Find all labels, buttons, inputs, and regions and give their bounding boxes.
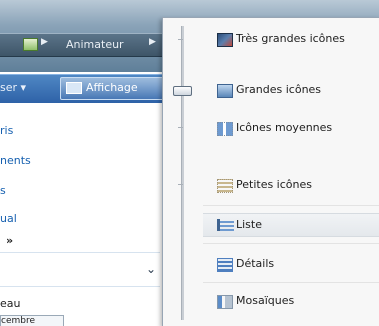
navigation-pane <box>0 103 175 325</box>
menu-item-small-icons[interactable]: Petites icônes <box>203 174 379 196</box>
divider <box>0 252 160 253</box>
organize-button[interactable]: ser ▾ <box>0 81 26 94</box>
large-icons-icon <box>217 84 233 98</box>
menu-item-label: Détails <box>236 257 275 270</box>
menu-item-details[interactable]: Détails <box>203 253 379 275</box>
nav-tab[interactable]: cembre <box>0 315 64 326</box>
list-icon <box>217 219 234 231</box>
extra-large-icons-icon <box>217 33 233 47</box>
folder-icon <box>23 38 38 51</box>
divider <box>203 205 379 206</box>
chevron-down-icon[interactable]: ⌄ <box>146 262 156 276</box>
view-slider-thumb[interactable] <box>173 86 192 96</box>
details-icon <box>217 258 233 272</box>
medium-icons-icon <box>217 122 233 136</box>
menu-item-tiles[interactable]: Mosaïques <box>203 290 379 312</box>
menu-item-label: Icônes moyennes <box>236 121 333 134</box>
menu-item-list[interactable]: Liste <box>203 213 379 237</box>
view-slider-track[interactable] <box>181 26 184 320</box>
breadcrumb-arrow-icon[interactable]: ▶ <box>149 37 156 47</box>
menu-item-extra-large-icons[interactable]: Très grandes icônes <box>203 28 379 50</box>
slider-tick <box>178 127 183 128</box>
slider-tick <box>178 39 183 40</box>
divider <box>203 282 379 283</box>
breadcrumb-arrow-icon[interactable]: ▶ <box>41 37 48 47</box>
breadcrumb-animateur[interactable]: Animateur <box>66 38 124 51</box>
view-button-label: Affichage <box>86 81 138 94</box>
view-icon <box>66 82 82 94</box>
tiles-icon <box>217 295 233 309</box>
menu-item-large-icons[interactable]: Grandes icônes <box>203 79 379 101</box>
small-icons-icon <box>217 179 233 193</box>
view-menu <box>162 17 379 326</box>
menu-item-medium-icons[interactable]: Icônes moyennes <box>203 117 379 139</box>
menu-item-label: Très grandes icônes <box>236 32 345 45</box>
menu-item-label: Grandes icônes <box>236 83 322 96</box>
slider-tick <box>178 184 183 185</box>
dropdown-arrow-icon: ▾ <box>20 81 27 94</box>
nav-link[interactable]: ual <box>0 212 17 225</box>
divider <box>0 286 160 287</box>
menu-item-label: Mosaïques <box>236 294 295 307</box>
more-links-icon[interactable]: » <box>6 234 13 247</box>
nav-item[interactable]: eau <box>0 297 20 310</box>
menu-item-label: Liste <box>236 218 262 231</box>
nav-link[interactable]: nents <box>0 154 31 167</box>
nav-link[interactable]: ris <box>0 124 13 137</box>
divider <box>203 243 379 244</box>
organize-label: ser <box>0 81 18 94</box>
nav-link[interactable]: s <box>0 184 6 197</box>
menu-item-label: Petites icônes <box>236 178 312 191</box>
